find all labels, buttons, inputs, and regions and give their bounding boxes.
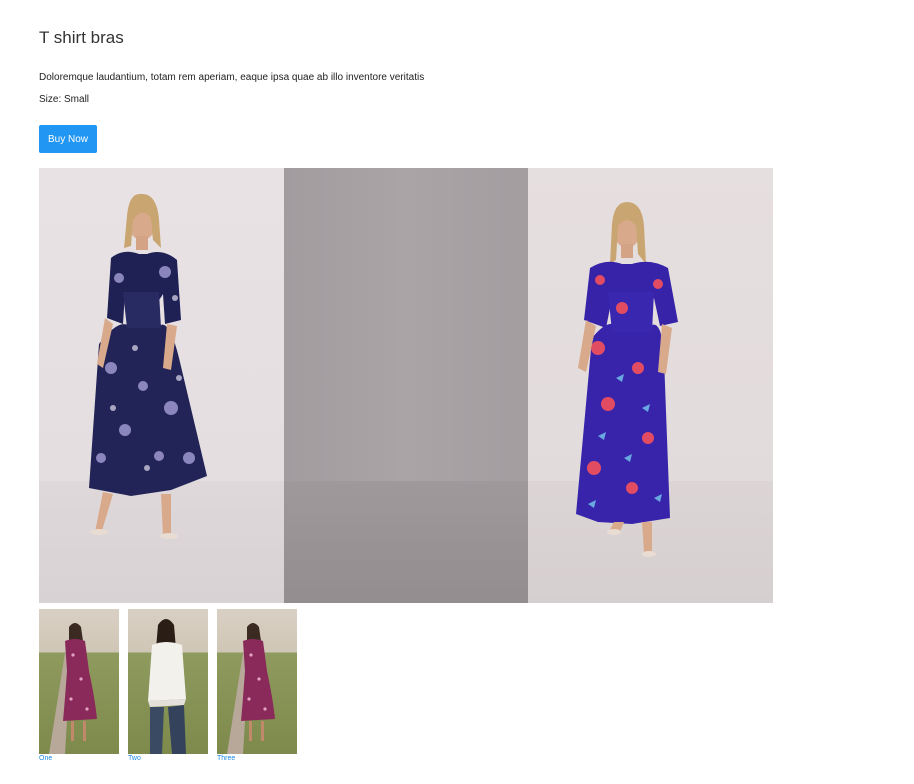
thumbnail-image-three[interactable] <box>217 609 297 754</box>
model-pink-dress-field-image-alt <box>227 623 275 754</box>
gallery-slide-3 <box>528 168 773 603</box>
gallery-slide-2 <box>284 168 528 603</box>
thumbnail-one[interactable]: One <box>39 609 119 762</box>
main-image-gallery[interactable] <box>39 168 773 603</box>
thumbnail-two[interactable]: Two <box>128 609 208 762</box>
thumbnail-image-two[interactable] <box>128 609 208 754</box>
backdrop-floor <box>284 481 528 603</box>
product-size: Size: Small <box>39 94 90 105</box>
thumbnail-label-three[interactable]: Three <box>217 755 297 762</box>
product-title: T shirt bras <box>39 28 124 47</box>
buy-now-button[interactable]: Buy Now <box>39 125 97 153</box>
product-description: Doloremque laudantium, totam rem aperiam… <box>39 72 425 83</box>
model-pink-dress-field-image <box>49 623 97 754</box>
thumbnail-image-one[interactable] <box>39 609 119 754</box>
model-dark-dress-image <box>89 193 207 539</box>
model-white-blouse-image <box>148 619 186 754</box>
thumbnail-label-two[interactable]: Two <box>128 755 208 762</box>
gallery-slide-1 <box>39 168 284 603</box>
thumbnail-three[interactable]: Three <box>217 609 297 762</box>
model-blue-dress-image <box>576 202 678 557</box>
thumbnail-strip: One Two Three <box>39 609 297 762</box>
thumbnail-label-one[interactable]: One <box>39 755 119 762</box>
